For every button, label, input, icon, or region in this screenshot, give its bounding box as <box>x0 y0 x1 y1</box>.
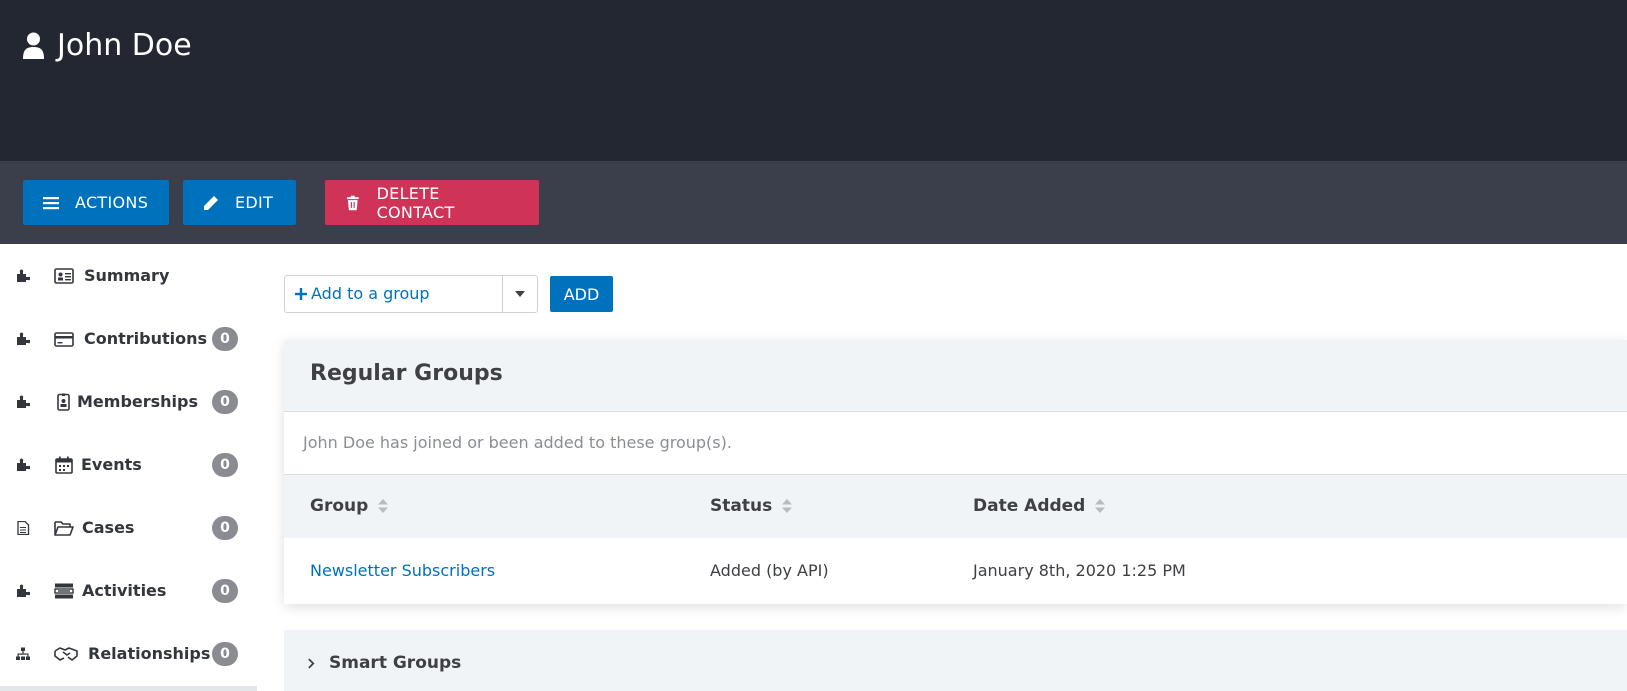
sidebar-item-contributions[interactable]: Contributions 0 <box>0 307 257 370</box>
credit-card-icon <box>54 331 74 347</box>
column-label: Status <box>710 496 773 516</box>
smart-groups-toggle[interactable]: Smart Groups <box>308 653 461 673</box>
sidebar-item-memberships[interactable]: Memberships 0 <box>0 370 257 433</box>
add-to-group-select[interactable]: Add to a group <box>284 275 538 313</box>
column-label: Group <box>310 496 369 516</box>
puzzle-piece-icon <box>17 584 30 597</box>
contact-name: John Doe <box>57 28 192 63</box>
count-badge: 0 <box>212 326 238 351</box>
trash-icon <box>346 195 359 210</box>
sort-icon <box>378 499 389 513</box>
sidebar-item-label: Cases <box>82 518 135 537</box>
page-title: John Doe <box>22 26 192 66</box>
count-badge: 0 <box>212 641 238 666</box>
add-to-group-label: Add to a group <box>311 284 430 303</box>
action-toolbar: ACTIONS EDIT DELETE CONTACT <box>0 161 1627 244</box>
sort-icon <box>1095 499 1106 513</box>
group-date-added: January 8th, 2020 1:25 PM <box>973 561 1186 580</box>
sitemap-icon <box>16 647 30 660</box>
id-card-icon <box>54 267 74 284</box>
caret-down-icon <box>515 291 525 297</box>
count-badge: 0 <box>212 578 238 603</box>
panel-title: Regular Groups <box>310 361 503 386</box>
table-header: Group Status Date Added <box>284 474 1627 538</box>
column-header-group[interactable]: Group <box>310 496 389 516</box>
add-to-group-placeholder: Add to a group <box>295 284 430 303</box>
sidebar-item-summary[interactable]: Summary <box>0 244 257 307</box>
sidebar-item-label: Summary <box>84 266 170 285</box>
sidebar-item-label: Memberships <box>77 392 199 411</box>
chevron-right-icon <box>308 658 315 668</box>
delete-contact-button[interactable]: DELETE CONTACT <box>325 180 539 225</box>
plus-icon <box>295 287 307 300</box>
column-header-status[interactable]: Status <box>710 496 793 516</box>
calendar-icon <box>55 456 73 474</box>
sidebar-item-relationships[interactable]: Relationships 0 <box>0 622 257 685</box>
file-text-icon <box>17 520 30 535</box>
puzzle-piece-icon <box>17 395 30 408</box>
group-status: Added (by API) <box>710 561 829 580</box>
sidebar-item-label: Activities <box>82 581 167 600</box>
contact-tabs-sidebar: Summary Contributions 0 Memberships 0 Ev… <box>0 244 257 691</box>
count-badge: 0 <box>212 452 238 477</box>
edit-button[interactable]: EDIT <box>183 180 296 225</box>
smart-groups-title: Smart Groups <box>329 653 462 673</box>
pencil-icon <box>204 195 218 210</box>
group-link[interactable]: Newsletter Subscribers <box>310 561 495 580</box>
sort-icon <box>782 499 793 513</box>
sidebar-item-activities[interactable]: Activities 0 <box>0 559 257 622</box>
sidebar-item-label: Relationships <box>88 644 211 663</box>
count-badge: 0 <box>212 389 238 414</box>
column-header-date-added[interactable]: Date Added <box>973 496 1106 516</box>
panel-description: John Doe has joined or been added to the… <box>303 433 732 452</box>
delete-label: DELETE CONTACT <box>376 183 455 222</box>
add-group-button[interactable]: ADD <box>550 276 613 312</box>
puzzle-piece-icon <box>17 458 30 471</box>
sidebar-item-label: Contributions <box>84 329 208 348</box>
count-badge: 0 <box>212 515 238 540</box>
puzzle-piece-icon <box>17 269 30 282</box>
sidebar-item-events[interactable]: Events 0 <box>0 433 257 496</box>
sidebar-item-label: Events <box>81 455 142 474</box>
bars-icon <box>43 196 59 209</box>
handshake-icon <box>54 646 78 661</box>
tasks-icon <box>54 583 74 598</box>
smart-groups-panel[interactable]: Smart Groups <box>284 630 1627 691</box>
actions-button[interactable]: ACTIONS <box>23 180 169 225</box>
folder-open-icon <box>54 520 74 536</box>
sidebar-scroll-edge <box>0 686 257 691</box>
actions-label: ACTIONS <box>75 193 149 212</box>
dropdown-toggle[interactable] <box>502 276 537 312</box>
contact-header: John Doe <box>0 0 1627 161</box>
user-icon <box>23 32 44 59</box>
sidebar-item-cases[interactable]: Cases 0 <box>0 496 257 559</box>
column-label: Date Added <box>973 496 1086 516</box>
id-badge-icon <box>57 393 70 411</box>
puzzle-piece-icon <box>17 332 30 345</box>
regular-groups-panel: Regular Groups John Doe has joined or be… <box>284 340 1627 604</box>
edit-label: EDIT <box>235 193 274 212</box>
panel-header: Regular Groups <box>284 340 1627 412</box>
